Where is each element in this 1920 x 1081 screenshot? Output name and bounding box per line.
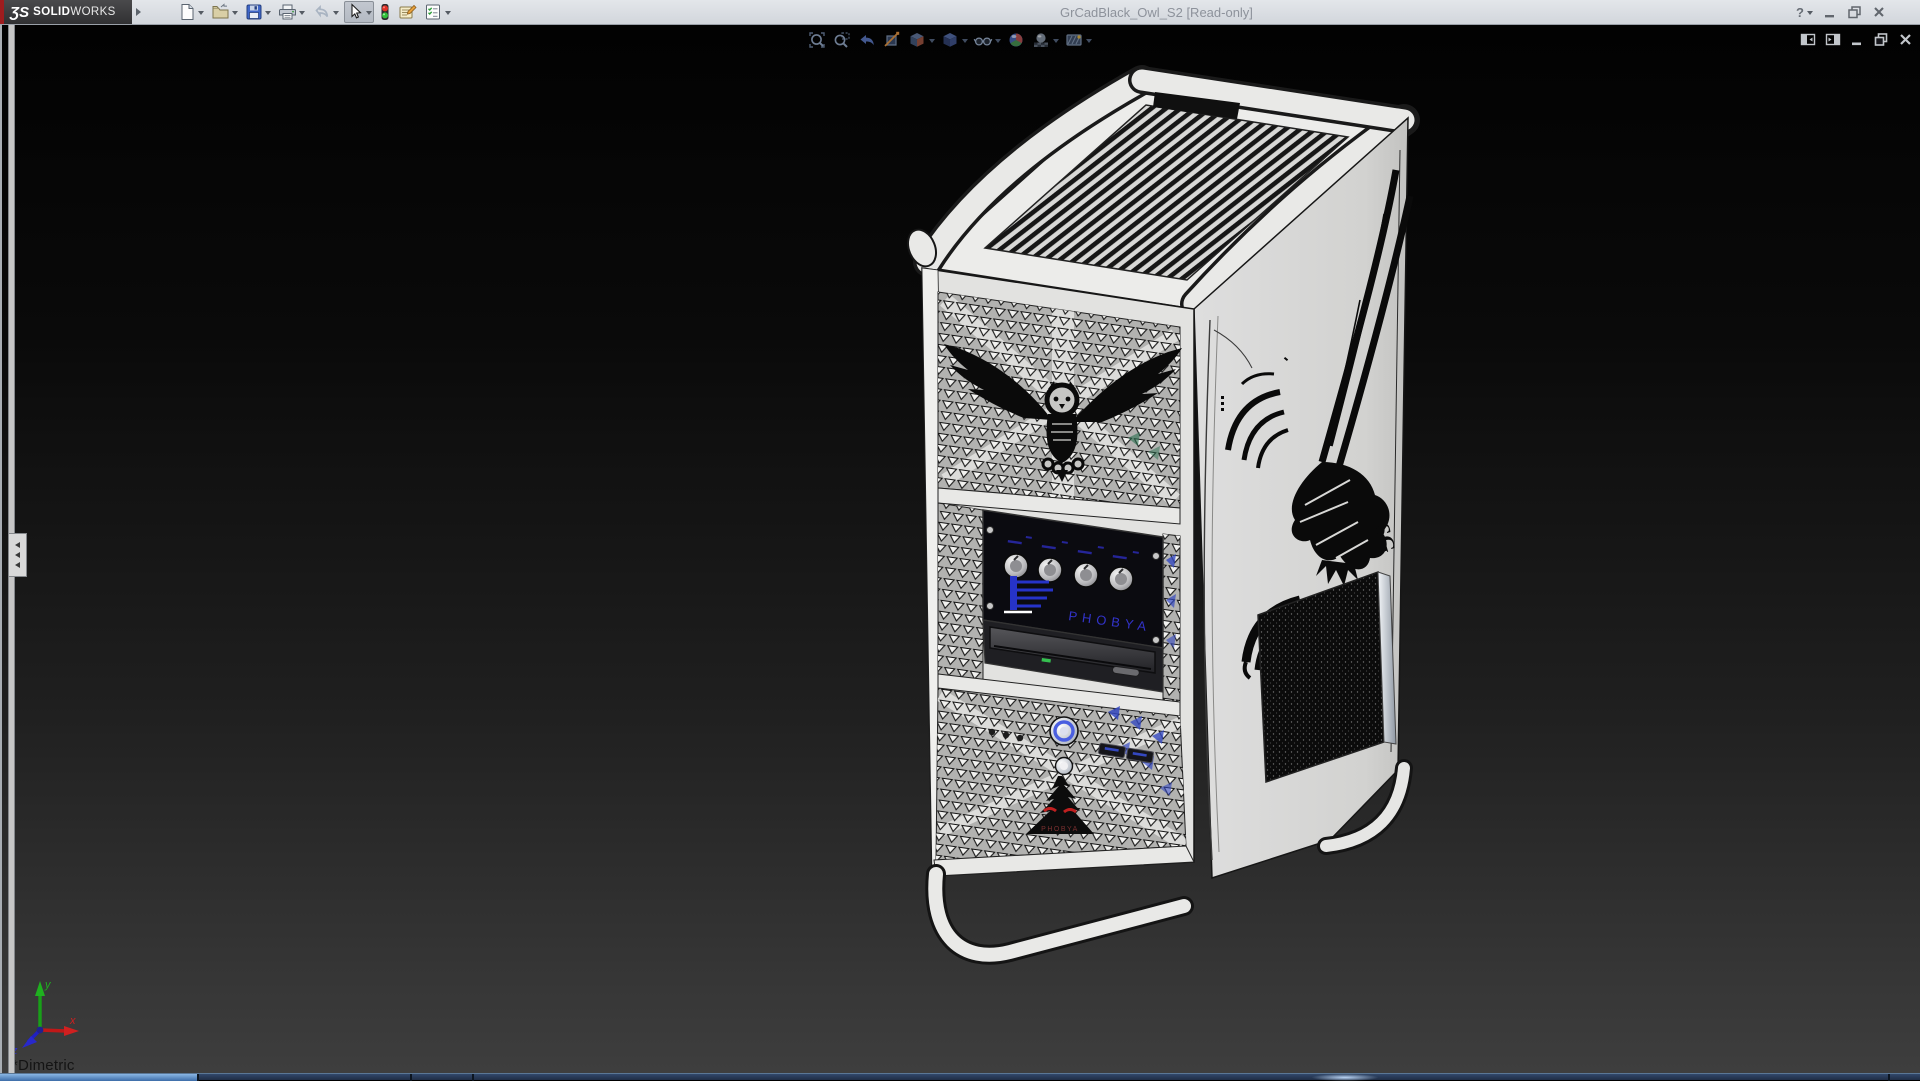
design-checker-icon bbox=[426, 4, 440, 20]
chevron-left-icon bbox=[12, 542, 20, 548]
new-document-button[interactable] bbox=[176, 1, 206, 23]
power-button-center bbox=[1059, 726, 1069, 736]
pane-toggle-left-button[interactable] bbox=[1800, 32, 1816, 47]
front-mid-mesh-left-pattern bbox=[938, 503, 983, 682]
pane-toggle-right-button[interactable] bbox=[1825, 32, 1841, 47]
heads-up-view-toolbar bbox=[806, 28, 1093, 52]
menu-expand-button[interactable] bbox=[134, 4, 146, 20]
select-button[interactable] bbox=[344, 1, 374, 23]
chevron-down-icon bbox=[299, 10, 305, 18]
titlebar: ƷS SOLID WORKS GrCadBlack_Owl_S2 [Read-o… bbox=[0, 0, 1920, 25]
minimize-document-button[interactable] bbox=[1850, 32, 1864, 47]
close-button[interactable] bbox=[1872, 5, 1886, 19]
document-title: GrCadBlack_Owl_S2 [Read-only] bbox=[1060, 5, 1253, 20]
restore-button[interactable] bbox=[1847, 5, 1862, 19]
chevron-left-icon bbox=[12, 552, 20, 558]
window-controls: ? bbox=[1796, 2, 1886, 22]
feature-pane-collapse-tab[interactable] bbox=[8, 533, 27, 577]
main-toolbar bbox=[176, 1, 453, 23]
zoom-to-fit-icon bbox=[809, 32, 825, 48]
chevron-down-icon bbox=[198, 10, 204, 18]
zoom-to-area-button[interactable] bbox=[831, 29, 853, 51]
zoom-to-area-icon bbox=[834, 32, 850, 48]
eyeglasses-icon bbox=[973, 37, 993, 46]
comment-edit-button[interactable] bbox=[396, 1, 419, 23]
chevron-down-icon bbox=[333, 10, 339, 18]
chevron-down-icon bbox=[1053, 38, 1059, 46]
minimize-button[interactable] bbox=[1823, 5, 1837, 19]
pc-case-model[interactable]: SG PHOBYA PHOBYA x y bbox=[0, 0, 1920, 1080]
save-icon bbox=[246, 4, 262, 20]
section-view-button[interactable] bbox=[881, 29, 903, 51]
display-style-icon bbox=[943, 33, 957, 47]
solidworks-logo-works: WORKS bbox=[70, 6, 116, 18]
close-document-button[interactable] bbox=[1898, 32, 1913, 47]
reference-triad[interactable]: x y z bbox=[11, 979, 79, 1057]
comment-edit-icon bbox=[399, 4, 417, 19]
window-frame-left bbox=[0, 24, 2, 1073]
view-orientation-icon bbox=[910, 33, 924, 47]
chevron-down-icon bbox=[1806, 10, 1813, 18]
pc-case[interactable]: SG PHOBYA PHOBYA bbox=[903, 65, 1420, 965]
edit-appearance-button[interactable] bbox=[1005, 29, 1027, 51]
triad-y-label: y bbox=[44, 979, 52, 991]
previous-view-button[interactable] bbox=[856, 29, 878, 51]
restore-document-button[interactable] bbox=[1873, 32, 1889, 47]
triangle-logo-text: PHOBYA bbox=[1041, 826, 1079, 833]
open-button[interactable] bbox=[209, 1, 240, 23]
chevron-down-icon bbox=[962, 38, 968, 46]
chevron-left-icon bbox=[12, 562, 20, 568]
chevron-right-icon bbox=[135, 8, 145, 16]
save-button[interactable] bbox=[243, 1, 273, 23]
help-button[interactable]: ? bbox=[1796, 5, 1813, 20]
chevron-down-icon bbox=[1086, 38, 1092, 46]
view-settings-button[interactable] bbox=[1063, 29, 1093, 51]
design-checker-button[interactable] bbox=[422, 1, 453, 23]
apply-scene-button[interactable] bbox=[1030, 29, 1060, 51]
view-orientation-button[interactable] bbox=[906, 29, 936, 51]
chevron-down-icon bbox=[929, 38, 935, 46]
new-document-icon bbox=[181, 4, 194, 20]
windows-taskbar-sliver[interactable] bbox=[0, 1073, 1920, 1081]
stoplight-button[interactable] bbox=[377, 1, 393, 23]
undo-icon bbox=[315, 4, 329, 18]
document-window-controls bbox=[1800, 29, 1913, 49]
chevron-down-icon bbox=[265, 10, 271, 18]
view-orientation-label: *Dimetric bbox=[12, 1057, 75, 1074]
chevron-down-icon bbox=[995, 38, 1001, 46]
apply-scene-icon bbox=[1034, 33, 1048, 47]
solidworks-logo-solid: SOLID bbox=[33, 6, 71, 18]
zoom-to-fit-button[interactable] bbox=[806, 29, 828, 51]
triad-x-label: x bbox=[69, 1015, 76, 1027]
chevron-down-icon bbox=[366, 10, 372, 18]
display-style-button[interactable] bbox=[939, 29, 969, 51]
logo-accent-stripe bbox=[0, 0, 4, 24]
help-icon: ? bbox=[1796, 4, 1804, 20]
hide-show-items-button[interactable] bbox=[972, 29, 1002, 51]
section-view-icon bbox=[884, 31, 900, 47]
solidworks-logo: ƷS SOLID WORKS bbox=[0, 0, 132, 24]
stoplight-icon bbox=[381, 4, 389, 20]
chevron-down-icon bbox=[445, 10, 451, 18]
print-icon bbox=[279, 4, 296, 20]
view-settings-icon bbox=[1066, 34, 1082, 46]
solidworks-logo-glyph: ƷS bbox=[10, 3, 30, 21]
print-button[interactable] bbox=[276, 1, 307, 23]
front-panel[interactable]: PHOBYA PHOBYA bbox=[921, 267, 1195, 965]
edit-appearance-icon bbox=[1009, 33, 1023, 47]
undo-button[interactable] bbox=[310, 1, 341, 23]
select-cursor-icon bbox=[351, 3, 362, 19]
chevron-down-icon bbox=[232, 10, 238, 18]
open-icon bbox=[212, 3, 229, 19]
previous-view-icon bbox=[860, 35, 874, 46]
